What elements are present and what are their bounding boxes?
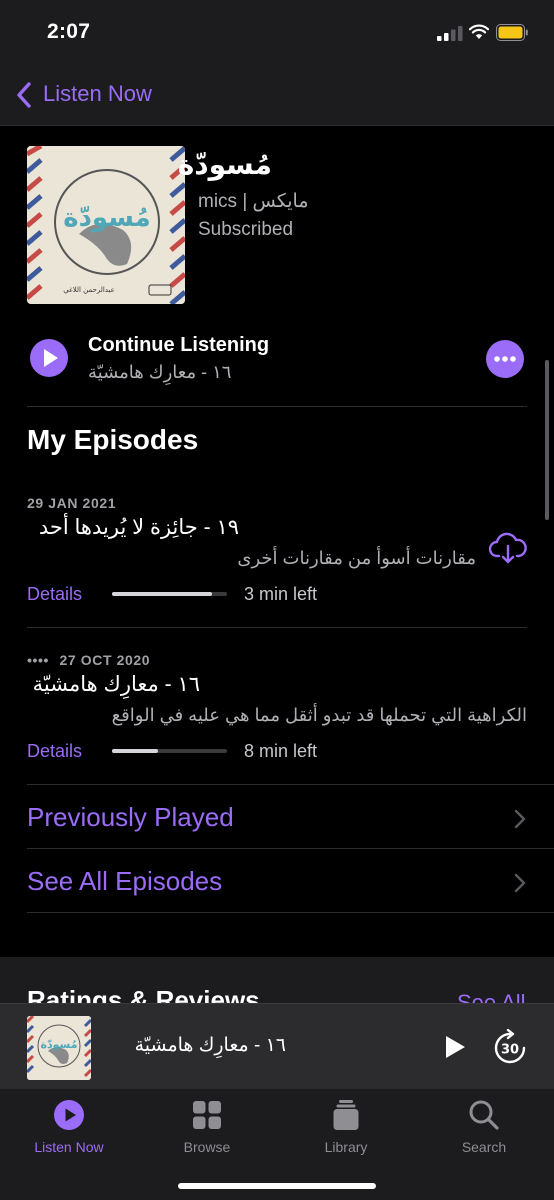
episode-description[interactable]: الكراهية التي تحملها قد تبدو أثقل مما هي… bbox=[112, 705, 527, 726]
previously-played-link[interactable]: Previously Played bbox=[27, 802, 234, 833]
my-episodes-heading: My Episodes bbox=[27, 424, 199, 455]
artwork-title-text: مُسودّة bbox=[63, 203, 151, 233]
subscription-status: Subscribed bbox=[198, 219, 294, 240]
episode-time-left: 8 min left bbox=[244, 741, 318, 761]
play-button[interactable] bbox=[30, 339, 68, 377]
played-dots-indicator: •••• bbox=[27, 652, 50, 668]
search-icon bbox=[469, 1100, 499, 1130]
chevron-right-icon bbox=[514, 809, 526, 829]
podcast-artwork[interactable]: مُسودّة عبدالرحمن اللاغي bbox=[27, 146, 185, 304]
artwork-author-text: عبدالرحمن اللاغي bbox=[63, 286, 115, 294]
chevron-right-icon bbox=[514, 873, 526, 893]
episode-details-link[interactable]: Details bbox=[27, 584, 82, 605]
library-icon bbox=[333, 1100, 359, 1130]
podcast-title: مُسودّة bbox=[177, 149, 272, 180]
skip-forward-30-icon: 30 bbox=[494, 1028, 526, 1064]
scroll-indicator[interactable] bbox=[545, 360, 549, 520]
episode-title[interactable]: ١٦ - معارِك هامشيّة bbox=[33, 672, 200, 697]
navigation-bar: Listen Now bbox=[0, 60, 554, 126]
tab-label: Library bbox=[324, 1139, 368, 1155]
continue-listening-episode[interactable]: ١٦ - معارِك هامشيّة bbox=[88, 362, 231, 383]
more-button[interactable] bbox=[486, 340, 524, 378]
episode-description[interactable]: مقارنات أسوأ من مقارنات أخرى bbox=[237, 548, 476, 569]
episode-date-row: •••• 27 OCT 2020 bbox=[27, 652, 150, 668]
divider bbox=[27, 912, 554, 913]
cellular-signal-icon bbox=[437, 26, 463, 41]
status-time: 2:07 bbox=[47, 20, 91, 43]
see-all-episodes-link[interactable]: See All Episodes bbox=[27, 866, 222, 897]
tab-label: Search bbox=[461, 1139, 507, 1155]
mini-artwork-title-text: مُسودّة bbox=[40, 1038, 77, 1051]
episode-progress-bar bbox=[112, 749, 227, 753]
play-icon[interactable] bbox=[440, 1033, 468, 1061]
back-button[interactable]: Listen Now bbox=[43, 81, 152, 107]
skip-forward-button[interactable]: 30 bbox=[493, 1028, 527, 1065]
play-icon bbox=[44, 349, 58, 367]
more-icon bbox=[494, 356, 516, 362]
podcast-author[interactable]: mics | مايكس bbox=[198, 190, 309, 213]
episode-date: 29 JAN 2021 bbox=[27, 495, 117, 511]
back-chevron-icon[interactable] bbox=[14, 81, 34, 109]
divider bbox=[27, 848, 554, 849]
tab-label: Listen Now bbox=[34, 1139, 104, 1155]
browse-icon bbox=[193, 1101, 221, 1129]
listen-now-icon bbox=[54, 1100, 84, 1130]
divider bbox=[27, 784, 554, 785]
battery-icon bbox=[496, 24, 528, 41]
episode-progress-fill bbox=[112, 592, 213, 596]
skip-seconds-label: 30 bbox=[501, 1043, 519, 1058]
mini-player-artwork[interactable]: مُسودّة bbox=[27, 1016, 91, 1080]
episode-title[interactable]: ١٩ - جائِزة لا يُريدها أحد bbox=[39, 515, 239, 540]
now-playing-title[interactable]: ١٦ - معارِك هامشيّة bbox=[135, 1034, 286, 1057]
status-bar: 2:07 bbox=[0, 0, 554, 60]
continue-listening-label[interactable]: Continue Listening bbox=[88, 334, 269, 357]
tab-search[interactable]: Search bbox=[434, 1099, 534, 1155]
mini-player[interactable]: مُسودّة ١٦ - معارِك هامشيّة 30 bbox=[0, 1003, 554, 1089]
tab-listen-now[interactable]: Listen Now bbox=[19, 1099, 119, 1155]
episode-date: 27 OCT 2020 bbox=[59, 652, 151, 668]
divider bbox=[27, 627, 527, 628]
cloud-download-icon[interactable] bbox=[489, 532, 527, 564]
episode-progress-bar bbox=[112, 592, 227, 596]
episode-time-left: 3 min left bbox=[244, 584, 318, 604]
episode-details-link[interactable]: Details bbox=[27, 741, 82, 762]
wifi-icon bbox=[469, 24, 489, 39]
home-indicator bbox=[178, 1183, 376, 1189]
divider bbox=[27, 406, 527, 407]
episode-progress-fill bbox=[112, 749, 158, 753]
tab-library[interactable]: Library bbox=[296, 1099, 396, 1155]
tab-browse[interactable]: Browse bbox=[157, 1099, 257, 1155]
tab-label: Browse bbox=[183, 1139, 231, 1155]
